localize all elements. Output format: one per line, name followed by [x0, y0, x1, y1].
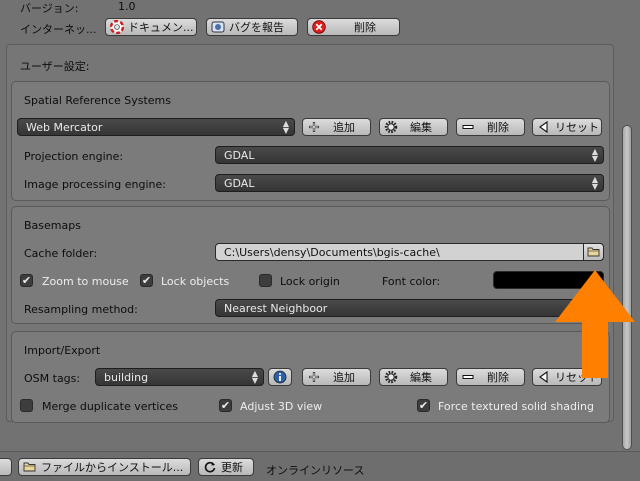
minus-icon [461, 120, 475, 134]
resampling-dropdown[interactable]: Nearest Neighboor [215, 299, 604, 317]
cancel-icon [312, 20, 326, 34]
minus-icon [461, 370, 475, 384]
updown-arrow-icon: ▲ ▼ [251, 369, 258, 385]
image-engine-dropdown[interactable]: GDAL ▲ ▼ [215, 174, 604, 192]
refresh-icon [203, 460, 217, 474]
lock-objects-label: Lock objects [161, 275, 230, 288]
install-from-file-button[interactable]: ファイルからインストール... [18, 458, 191, 476]
osm-tags-value: building [104, 370, 149, 384]
up-arrow-icon [555, 270, 635, 378]
resampling-value: Nearest Neighboor [224, 301, 328, 315]
basemaps-title: Basemaps [24, 219, 81, 232]
force-shading-label: Force textured solid shading [438, 400, 594, 413]
osm-edit-button[interactable]: 編集 [379, 368, 448, 386]
refresh-label: 更新 [221, 461, 243, 474]
version-label: バージョン: [20, 2, 79, 15]
install-from-file-label: ファイルからインストール... [41, 461, 184, 474]
report-bug-button[interactable]: バグを報告 [206, 18, 298, 36]
osm-tags-dropdown[interactable]: building ▲ ▼ [95, 368, 264, 386]
delete-addon-label: 削除 [354, 21, 376, 34]
srs-edit-button[interactable]: 編集 [379, 118, 448, 136]
internet-label: インターネッ... [20, 23, 97, 36]
image-engine-label: Image processing engine: [24, 178, 166, 191]
merge-vertices-label: Merge duplicate vertices [42, 400, 178, 413]
gear-icon [384, 370, 398, 384]
bug-report-icon [211, 20, 225, 34]
force-shading-checkbox[interactable]: ✔ [417, 399, 430, 412]
plus-icon [307, 370, 321, 384]
zoom-to-mouse-checkbox[interactable]: ✔ [20, 274, 33, 287]
lock-objects-checkbox[interactable]: ✔ [140, 274, 153, 287]
version-value: 1.0 [118, 0, 136, 13]
projection-engine-label: Projection engine: [24, 150, 124, 163]
lock-origin-checkbox[interactable] [259, 274, 272, 287]
updown-arrow-icon: ▲ ▼ [282, 119, 289, 135]
online-resources-label: オンラインリソース [266, 464, 365, 477]
srs-add-label: 追加 [333, 121, 355, 134]
updown-arrow-icon: ▲ ▼ [591, 147, 598, 163]
srs-dropdown[interactable]: Web Mercator ▲ ▼ [17, 118, 295, 136]
adjust-3d-view-checkbox[interactable]: ✔ [219, 399, 232, 412]
osm-tags-label: OSM tags: [24, 372, 81, 385]
osm-info-button[interactable] [268, 368, 292, 386]
adjust-3d-view-label: Adjust 3D view [240, 400, 323, 413]
srs-add-button[interactable]: 追加 [302, 118, 371, 136]
image-engine-value: GDAL [224, 176, 255, 190]
lifebuoy-icon [109, 19, 125, 35]
osm-add-label: 追加 [333, 371, 355, 384]
resampling-label: Resampling method: [24, 303, 138, 316]
checkmark-icon: ✔ [220, 399, 231, 412]
checkmark-icon: ✔ [21, 274, 32, 287]
import-export-title: Import/Export [24, 344, 101, 357]
osm-add-button[interactable]: 追加 [302, 368, 371, 386]
srs-selected: Web Mercator [26, 120, 103, 134]
plus-icon [307, 120, 321, 134]
projection-engine-dropdown[interactable]: GDAL ▲ ▼ [215, 146, 604, 164]
documentation-button[interactable]: ドキュメン... [105, 18, 197, 36]
cache-folder-label: Cache folder: [24, 247, 98, 260]
font-color-label: Font color: [382, 275, 441, 288]
checkmark-icon: ✔ [141, 274, 152, 287]
report-bug-label: バグを報告 [229, 21, 284, 34]
projection-engine-value: GDAL [224, 148, 255, 162]
osm-edit-label: 編集 [410, 371, 432, 384]
preferences-title: ユーザー設定: [20, 60, 90, 73]
documentation-label: ドキュメン... [128, 21, 194, 34]
refresh-button[interactable]: 更新 [198, 458, 254, 476]
cache-folder-value: C:\Users\densy\Documents\bgis-cache\ [224, 245, 440, 259]
merge-vertices-checkbox[interactable] [20, 399, 33, 412]
srs-remove-button[interactable]: 削除 [456, 118, 525, 136]
cache-folder-field[interactable]: C:\Users\densy\Documents\bgis-cache\ [215, 243, 604, 261]
srs-reset-button[interactable]: リセット [532, 118, 602, 136]
osm-remove-button[interactable]: 削除 [456, 368, 525, 386]
folder-icon [587, 247, 600, 257]
osm-remove-label: 削除 [487, 371, 509, 384]
browse-folder-button[interactable] [583, 243, 604, 261]
back-arrow-icon [537, 120, 551, 134]
lock-origin-label: Lock origin [280, 275, 340, 288]
gear-icon [384, 120, 398, 134]
srs-reset-label: リセット [555, 121, 599, 134]
srs-remove-label: 削除 [487, 121, 509, 134]
zoom-to-mouse-label: Zoom to mouse [42, 275, 129, 288]
info-icon [273, 370, 287, 384]
back-arrow-icon [537, 370, 551, 384]
bottom-left-button[interactable] [0, 458, 12, 476]
checkmark-icon: ✔ [418, 399, 429, 412]
srs-edit-label: 編集 [410, 121, 432, 134]
updown-arrow-icon: ▲ ▼ [591, 175, 598, 191]
delete-addon-button[interactable]: 削除 [307, 18, 400, 36]
srs-title: Spatial Reference Systems [24, 94, 172, 107]
folder-icon [23, 460, 37, 474]
